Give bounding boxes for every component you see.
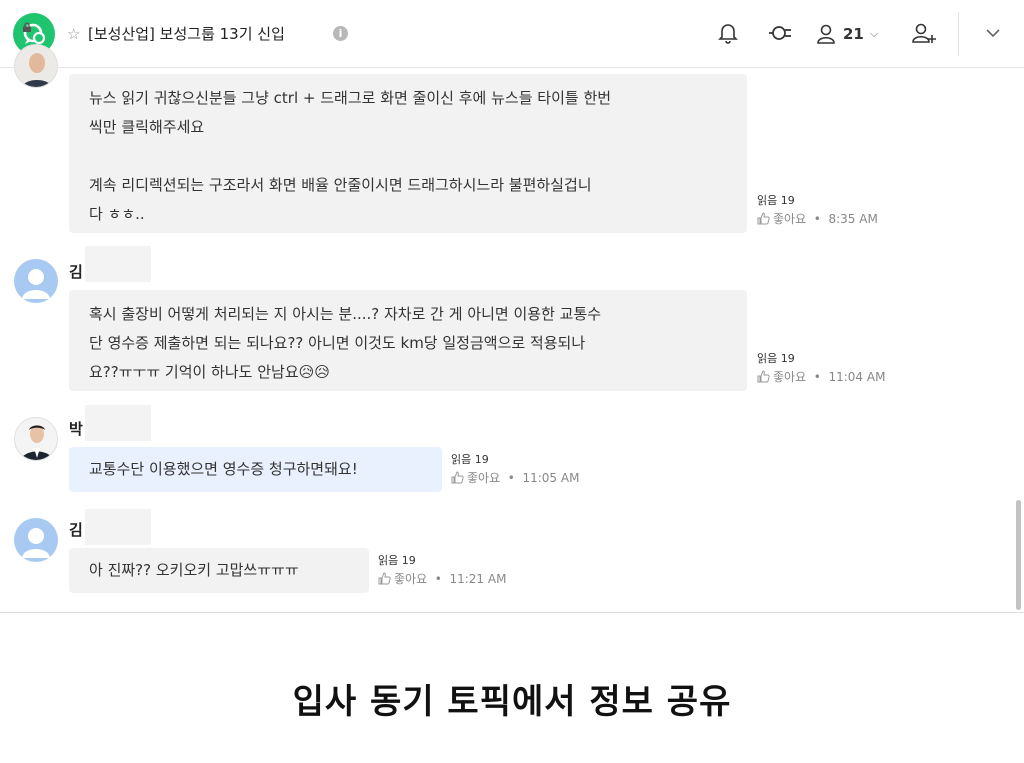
avatar[interactable] bbox=[14, 417, 58, 461]
sender-name: 박 bbox=[69, 420, 83, 438]
message-meta: 읽음 19 좋아요 • 8:35 AM bbox=[757, 194, 878, 226]
message-bubble: 혹시 출장비 어떻게 처리되는 지 아시는 분....? 자차로 간 게 아니면… bbox=[69, 290, 747, 391]
topic-title: [보성산업] 보성그룹 13기 신입 bbox=[88, 25, 285, 43]
name-redaction bbox=[85, 509, 151, 545]
person-photo-icon bbox=[15, 418, 57, 460]
message-meta: 읽음 19 좋아요 • 11:21 AM bbox=[378, 554, 507, 586]
message-time: 8:35 AM bbox=[828, 212, 878, 226]
member-count-button[interactable]: 21 ⌵ bbox=[816, 22, 878, 46]
member-count: 21 bbox=[843, 25, 864, 43]
favorite-star-icon[interactable]: ☆ bbox=[67, 24, 80, 44]
avatar[interactable] bbox=[14, 518, 58, 562]
message-meta: 읽음 19 좋아요 • 11:04 AM bbox=[757, 352, 886, 384]
thumbs-up-icon[interactable] bbox=[378, 572, 391, 585]
chat-window: ☆ [보성산업] 보성그룹 13기 신입 i 21 ⌵ 뉴스 읽기 귀찮으신분들… bbox=[0, 0, 1024, 613]
add-member-icon[interactable] bbox=[911, 22, 937, 44]
connect-plug-icon[interactable] bbox=[767, 22, 793, 44]
avatar[interactable] bbox=[14, 259, 58, 303]
message-time: 11:04 AM bbox=[828, 370, 886, 384]
default-avatar-icon bbox=[22, 528, 50, 558]
like-button[interactable]: 좋아요 bbox=[773, 370, 806, 384]
message-meta: 읽음 19 좋아요 • 11:05 AM bbox=[451, 453, 580, 485]
read-count: 읽음 19 bbox=[378, 554, 416, 567]
sender-name: 김 bbox=[69, 263, 83, 281]
like-button[interactable]: 좋아요 bbox=[467, 471, 500, 485]
person-icon bbox=[817, 24, 835, 44]
header-divider bbox=[958, 12, 959, 56]
message-bubble: 교통수단 이용했으면 영수증 청구하면돼요! bbox=[69, 447, 442, 492]
caption-text: 입사 동기 토픽에서 정보 공유 bbox=[292, 682, 732, 722]
sender-name: 김 bbox=[69, 521, 83, 539]
expand-chevron-icon[interactable] bbox=[986, 28, 1000, 38]
thumbs-up-icon[interactable] bbox=[757, 370, 770, 383]
lock-icon bbox=[23, 22, 31, 32]
message-bubble: 아 진짜?? 오키오키 고맙쓰ㅠㅠㅠ bbox=[69, 548, 369, 593]
avatar[interactable] bbox=[14, 44, 58, 88]
info-icon[interactable]: i bbox=[333, 26, 348, 41]
message-bubble: 뉴스 읽기 귀찮으신분들 그냥 ctrl + 드래그로 화면 줄이신 후에 뉴스… bbox=[69, 74, 747, 233]
message-time: 11:21 AM bbox=[449, 572, 507, 586]
thumbs-up-icon[interactable] bbox=[757, 212, 770, 225]
chevron-down-icon: ⌵ bbox=[869, 27, 879, 40]
like-button[interactable]: 좋아요 bbox=[394, 572, 427, 586]
like-button[interactable]: 좋아요 bbox=[773, 212, 806, 226]
read-count: 읽음 19 bbox=[757, 194, 795, 207]
name-redaction bbox=[85, 405, 151, 441]
topic-header: ☆ [보성산업] 보성그룹 13기 신입 i 21 ⌵ bbox=[0, 0, 1024, 68]
thumbs-up-icon[interactable] bbox=[451, 471, 464, 484]
default-avatar-icon bbox=[22, 269, 50, 299]
message-time: 11:05 AM bbox=[522, 471, 580, 485]
read-count: 읽음 19 bbox=[451, 453, 489, 466]
name-redaction bbox=[85, 246, 151, 282]
scrollbar[interactable] bbox=[1016, 500, 1021, 610]
person-photo-icon bbox=[15, 45, 57, 87]
bell-icon[interactable] bbox=[718, 22, 738, 44]
read-count: 읽음 19 bbox=[757, 352, 795, 365]
